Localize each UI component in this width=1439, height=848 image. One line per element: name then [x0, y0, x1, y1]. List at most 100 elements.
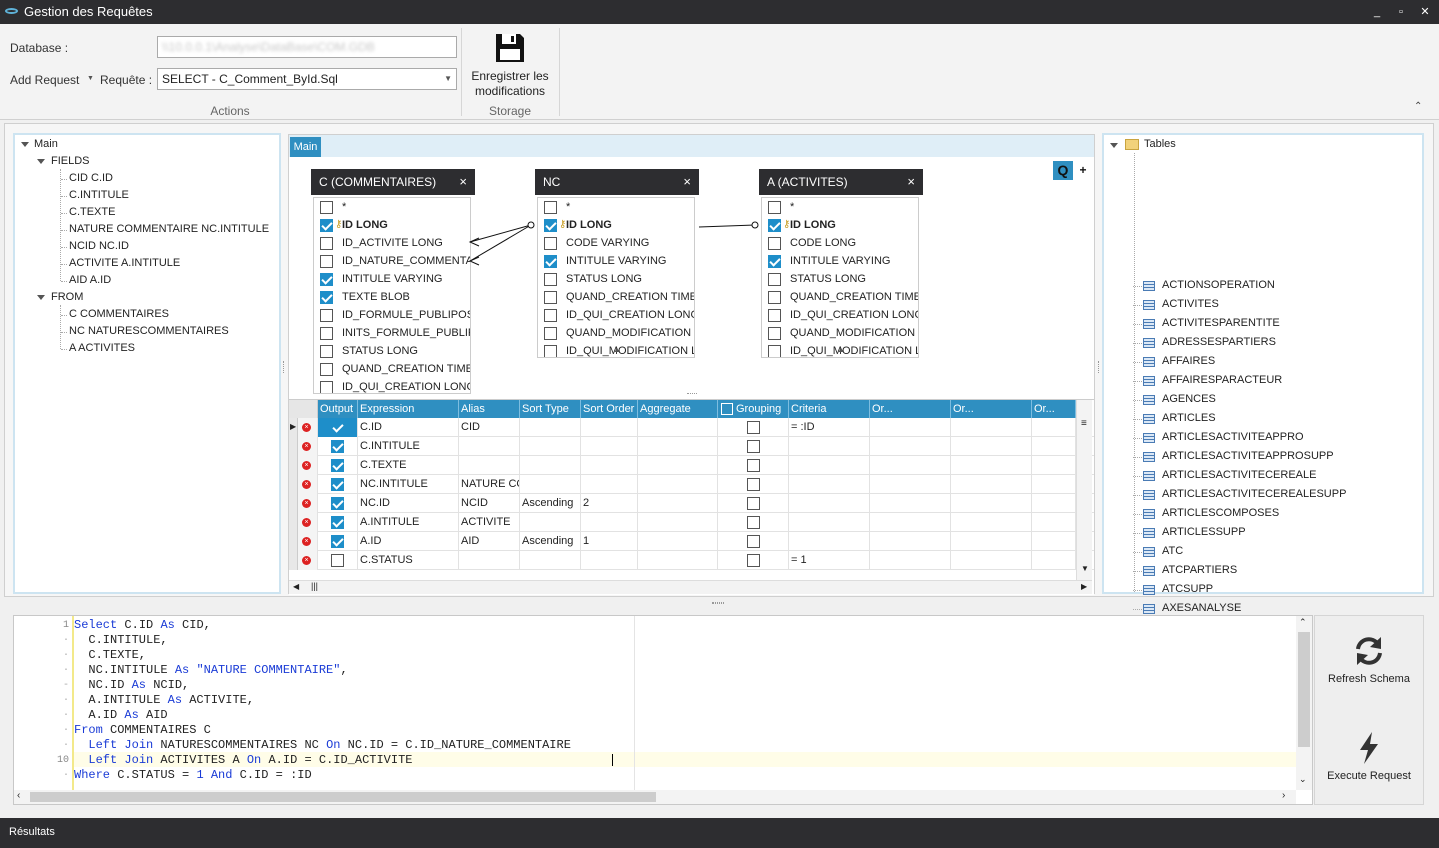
grouping-checkbox[interactable] [747, 535, 760, 548]
grouping-cell[interactable] [718, 418, 789, 437]
sort-order-cell[interactable] [581, 418, 638, 437]
expression-cell[interactable]: A.ID [358, 532, 459, 551]
scroll-down-icon[interactable]: ▼ [1081, 564, 1089, 573]
output-cell[interactable] [318, 494, 358, 513]
table-list-item[interactable]: ATCSUPP [1143, 583, 1403, 599]
alias-cell[interactable]: AID [459, 532, 520, 551]
grid-row[interactable]: ▶ × C.ID CID = :ID [289, 418, 1094, 437]
tree-from[interactable]: FROM [51, 291, 83, 303]
sort-type-cell[interactable] [520, 418, 581, 437]
sort-order-cell[interactable]: 1 [581, 532, 638, 551]
or-cell[interactable] [1032, 475, 1076, 494]
expression-cell[interactable]: C.INTITULE [358, 437, 459, 456]
grid-row[interactable]: × C.INTITULE [289, 437, 1094, 456]
add-request-button[interactable]: Add Request [10, 73, 79, 87]
or-cell[interactable] [870, 437, 951, 456]
grid-header[interactable]: Sort Type [520, 400, 581, 418]
scroll-right-icon[interactable]: › [1282, 790, 1285, 801]
grid-row[interactable]: × C.TEXTE [289, 456, 1094, 475]
sql-code[interactable]: 1 Select C.ID As CID, · C.INTITULE, · C.TEX… [14, 618, 1296, 790]
grid-header[interactable]: Or... [951, 400, 1032, 418]
grid-header[interactable]: Alias [459, 400, 520, 418]
expression-cell[interactable]: C.STATUS [358, 551, 459, 570]
table-list-item[interactable]: ARTICLESACTIVITECEREALESUPP [1143, 488, 1403, 504]
output-checkbox[interactable] [331, 440, 344, 453]
row-handle[interactable] [289, 475, 298, 494]
table-list-item[interactable]: AGENCES [1143, 393, 1403, 409]
grouping-checkbox[interactable] [747, 459, 760, 472]
delete-cell[interactable]: × [298, 551, 318, 570]
or-cell[interactable] [951, 513, 1032, 532]
output-checkbox[interactable] [331, 516, 344, 529]
or-cell[interactable] [1032, 437, 1076, 456]
sort-order-cell[interactable] [581, 551, 638, 570]
grid-header[interactable]: Sort Order [581, 400, 638, 418]
tree-field-item[interactable]: C.INTITULE [69, 189, 129, 201]
grouping-checkbox[interactable] [747, 497, 760, 510]
expression-cell[interactable]: C.ID [358, 418, 459, 437]
or-cell[interactable] [1032, 532, 1076, 551]
aggregate-cell[interactable] [638, 494, 718, 513]
criteria-cell[interactable]: = :ID [789, 418, 870, 437]
or-cell[interactable] [1032, 494, 1076, 513]
expand-arrow-icon[interactable] [37, 295, 45, 300]
row-handle[interactable] [289, 551, 298, 570]
grouping-cell[interactable] [718, 437, 789, 456]
delete-cell[interactable]: × [298, 418, 318, 437]
criteria-cell[interactable] [789, 494, 870, 513]
tree-from-item[interactable]: NC NATURESCOMMENTAIRES [69, 325, 229, 337]
criteria-cell[interactable] [789, 513, 870, 532]
or-cell[interactable] [951, 532, 1032, 551]
maximize-button[interactable]: ▫ [1391, 3, 1411, 21]
alias-cell[interactable]: NATURE CO [459, 475, 520, 494]
criteria-cell[interactable] [789, 475, 870, 494]
grouping-checkbox[interactable] [747, 421, 760, 434]
tree-field-item[interactable]: CID C.ID [69, 172, 113, 184]
grid-header[interactable]: Aggregate [638, 400, 718, 418]
sort-order-cell[interactable] [581, 437, 638, 456]
scroll-down-icon[interactable]: ⌄ [1299, 774, 1307, 785]
expand-arrow-icon[interactable] [1110, 143, 1118, 148]
sort-order-cell[interactable] [581, 456, 638, 475]
or-cell[interactable] [951, 456, 1032, 475]
row-handle[interactable] [289, 513, 298, 532]
scroll-up-icon[interactable]: ⌃ [1299, 617, 1307, 628]
expression-cell[interactable]: A.INTITULE [358, 513, 459, 532]
output-checkbox[interactable] [331, 421, 344, 434]
tree-field-item[interactable]: NCID NC.ID [69, 240, 129, 252]
or-cell[interactable] [870, 513, 951, 532]
criteria-cell[interactable] [789, 532, 870, 551]
grid-row[interactable]: × NC.INTITULE NATURE CO [289, 475, 1094, 494]
tree-fields[interactable]: FIELDS [51, 155, 90, 167]
grid-header[interactable]: Or... [870, 400, 951, 418]
or-cell[interactable] [870, 494, 951, 513]
add-request-dropdown-icon[interactable]: ▼ [87, 75, 94, 82]
sort-type-cell[interactable] [520, 437, 581, 456]
or-cell[interactable] [951, 494, 1032, 513]
scroll-left-icon[interactable]: ‹ [17, 790, 20, 801]
grouping-checkbox[interactable] [747, 440, 760, 453]
criteria-cell[interactable]: = 1 [789, 551, 870, 570]
or-cell[interactable] [870, 551, 951, 570]
grid-header[interactable]: Or... [1032, 400, 1076, 418]
grouping-header-checkbox[interactable] [721, 403, 733, 415]
expand-arrow-icon[interactable] [37, 159, 45, 164]
aggregate-cell[interactable] [638, 456, 718, 475]
row-handle[interactable] [289, 494, 298, 513]
output-cell[interactable] [318, 437, 358, 456]
alias-cell[interactable]: CID [459, 418, 520, 437]
sql-editor[interactable]: 1 Select C.ID As CID, · C.INTITULE, · C.TEX… [13, 615, 1313, 805]
tree-from-item[interactable]: A ACTIVITES [69, 342, 135, 354]
table-list-item[interactable]: ARTICLESCOMPOSES [1143, 507, 1403, 523]
aggregate-cell[interactable] [638, 551, 718, 570]
expression-cell[interactable]: NC.INTITULE [358, 475, 459, 494]
or-cell[interactable] [1032, 513, 1076, 532]
sort-type-cell[interactable]: Ascending [520, 532, 581, 551]
row-handle[interactable] [289, 437, 298, 456]
sort-order-cell[interactable] [581, 475, 638, 494]
grouping-checkbox[interactable] [747, 516, 760, 529]
output-checkbox[interactable] [331, 497, 344, 510]
table-list-item[interactable]: ATC [1143, 545, 1403, 561]
grouping-cell[interactable] [718, 513, 789, 532]
sort-order-cell[interactable] [581, 513, 638, 532]
